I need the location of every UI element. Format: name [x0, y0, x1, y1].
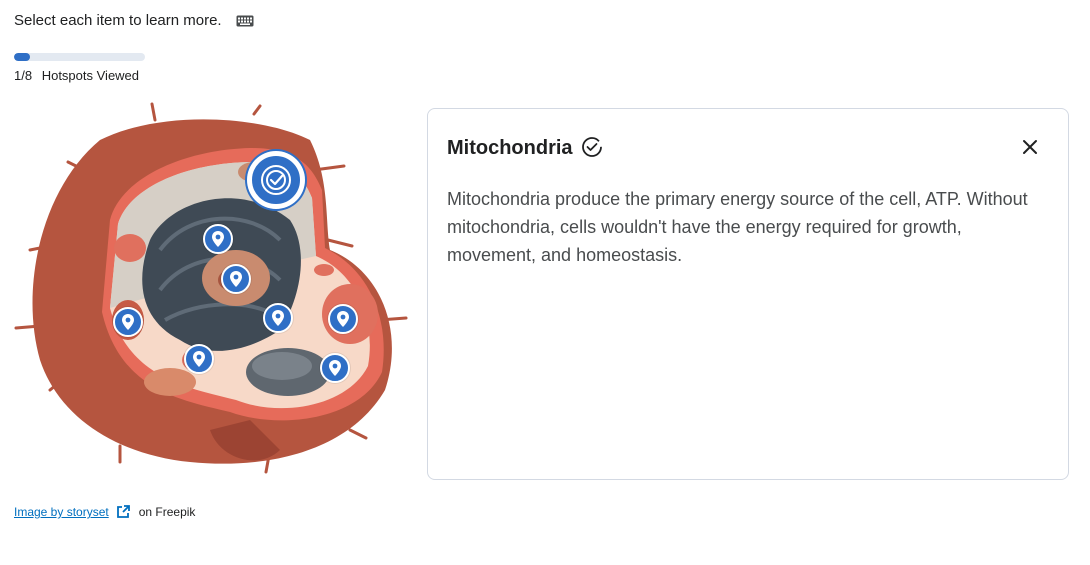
check-circle-icon: [582, 137, 602, 157]
progress-text: Hotspots Viewed: [41, 68, 140, 83]
map-pin-icon: [122, 314, 134, 330]
progress-bar: [14, 53, 145, 61]
image-credit-link[interactable]: Image by storyset: [14, 505, 109, 519]
hotspot-marker[interactable]: [263, 303, 293, 333]
panel-description: Mitochondria produce the primary energy …: [447, 189, 1028, 265]
hotspot-marker[interactable]: [320, 353, 350, 383]
animal-cell-image: [14, 102, 408, 474]
close-icon: [1023, 140, 1037, 154]
instructions-text: Select each item to learn more.: [14, 12, 222, 29]
keyboard-icon[interactable]: [236, 15, 254, 27]
image-credit: Image by storyset on Freepik: [14, 504, 195, 520]
map-pin-icon: [272, 310, 284, 326]
hotspot-marker[interactable]: [328, 304, 358, 334]
hotspot-marker[interactable]: [203, 224, 233, 254]
instructions: Select each item to learn more.: [14, 12, 254, 29]
close-button[interactable]: [1018, 135, 1042, 159]
progress-count: 1/8: [14, 68, 33, 83]
hotspot-mitochondria[interactable]: [250, 154, 302, 206]
image-credit-suffix: on Freepik: [138, 505, 196, 519]
hotspot-marker[interactable]: [113, 307, 143, 337]
panel-title: Mitochondria: [447, 137, 573, 159]
map-pin-icon: [230, 271, 242, 287]
progress-bar-fill: [14, 53, 31, 61]
external-link-icon[interactable]: [115, 504, 131, 520]
hotspot-marker[interactable]: [221, 264, 251, 294]
map-pin-icon: [193, 351, 205, 367]
cell-illustration: [10, 100, 410, 480]
progress-label: 1/8 Hotspots Viewed: [14, 68, 145, 83]
hotspot-marker[interactable]: [184, 344, 214, 374]
check-circle-icon: [261, 165, 291, 195]
map-pin-icon: [337, 311, 349, 327]
hotspot-detail-panel: Mitochondria Mitochondria produce the pr…: [427, 108, 1069, 480]
map-pin-icon: [212, 231, 224, 247]
map-pin-icon: [329, 360, 341, 376]
